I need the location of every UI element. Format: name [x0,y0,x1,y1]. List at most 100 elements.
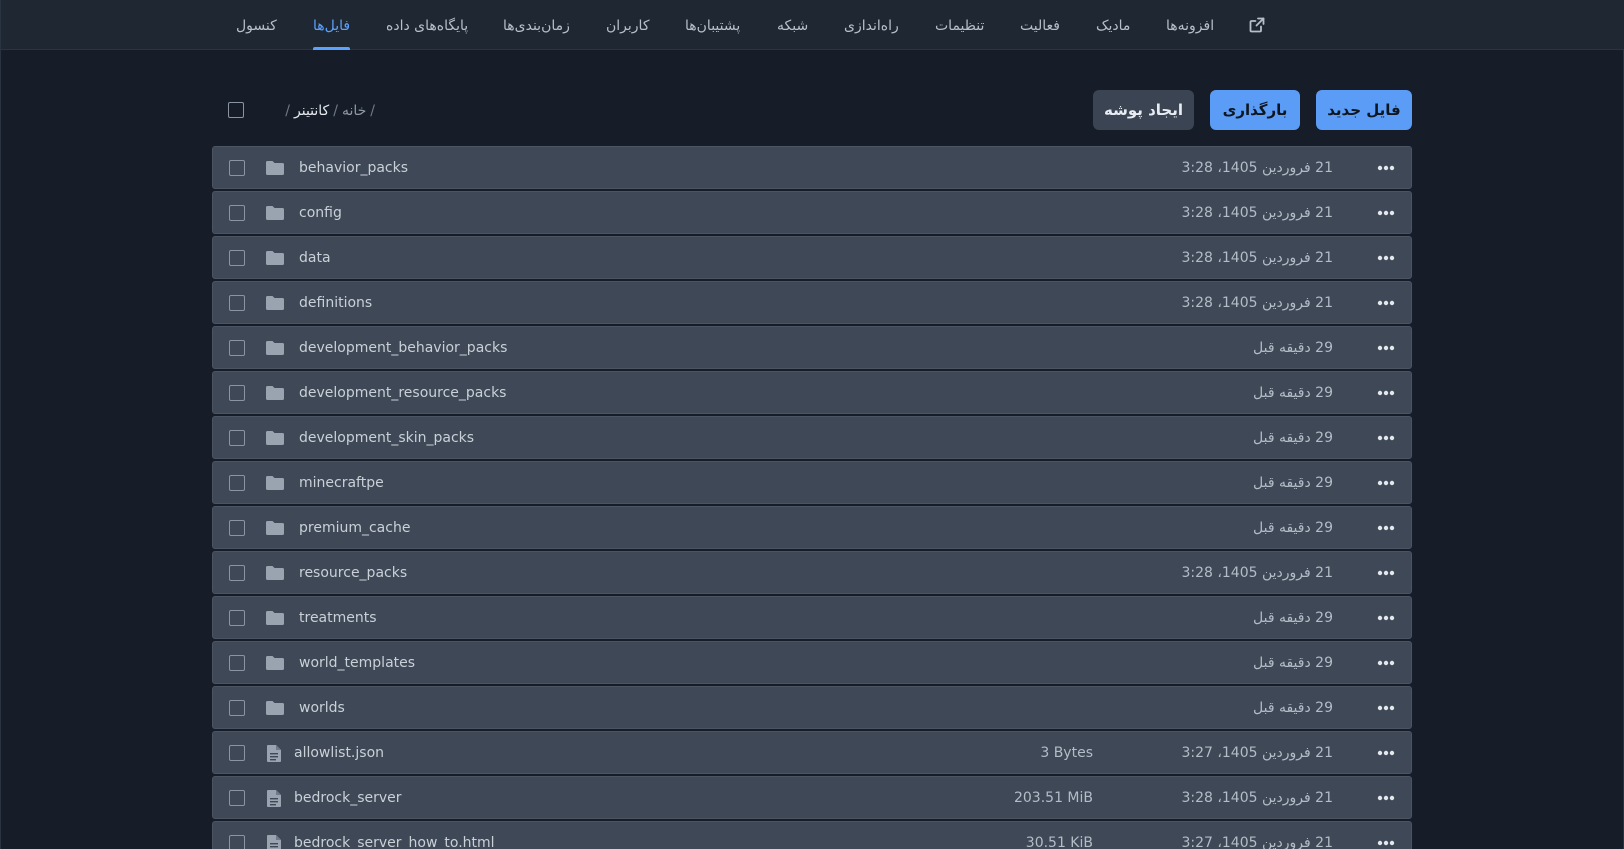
create-folder-button[interactable]: ایجاد پوشه [1093,90,1194,130]
row-select-checkbox[interactable] [229,745,245,761]
file-name[interactable]: development_behavior_packs [299,327,507,370]
more-options-icon[interactable] [1375,833,1397,849]
more-options-icon[interactable] [1375,743,1397,763]
file-row[interactable]: development_behavior_packs 29 دقیقه قبل [212,326,1412,369]
top-navigation: کنسول فایل‌ها پایگاه‌های داده زمان‌بندی‌… [1,0,1624,50]
row-select-checkbox[interactable] [229,565,245,581]
row-select-checkbox[interactable] [229,385,245,401]
file-name[interactable]: treatments [299,597,377,640]
file-name[interactable]: behavior_packs [299,147,408,190]
file-row[interactable]: config 21 فروردین 1405، 3:28 [212,191,1412,234]
more-options-icon[interactable] [1375,248,1397,268]
nav-tab-databases[interactable]: پایگاه‌های داده [386,0,468,50]
folder-icon [265,654,285,672]
file-name[interactable]: minecraftpe [299,462,384,505]
row-select-checkbox[interactable] [229,430,245,446]
file-name[interactable]: bedrock_server [294,777,402,820]
row-select-checkbox[interactable] [229,295,245,311]
more-options-icon[interactable] [1375,698,1397,718]
file-name[interactable]: bedrock_server_how_to.html [294,822,495,849]
file-name[interactable]: resource_packs [299,552,407,595]
nav-tab-files[interactable]: فایل‌ها [313,0,351,50]
more-options-icon[interactable] [1375,338,1397,358]
file-name[interactable]: premium_cache [299,507,410,550]
file-row[interactable]: minecraftpe 29 دقیقه قبل [212,461,1412,504]
file-modified-date: 21 فروردین 1405، 3:28 [1181,250,1333,266]
folder-icon [265,564,285,582]
nav-tab-console[interactable]: کنسول [236,0,277,50]
more-options-icon[interactable] [1375,518,1397,538]
file-name[interactable]: data [299,237,331,280]
file-row[interactable]: bedrock_server_how_to.html 30.51 KiB 21 فر… [212,821,1412,849]
file-row[interactable]: bedrock_server 203.51 MiB 21 فروردین 1405،… [212,776,1412,819]
new-file-button[interactable]: فایل جدید [1316,90,1412,130]
file-manager-window: کنسول فایل‌ها پایگاه‌های داده زمان‌بندی‌… [0,0,1624,849]
more-options-icon[interactable] [1375,383,1397,403]
nav-tab-activity[interactable]: فعالیت [1020,0,1060,50]
row-select-checkbox[interactable] [229,520,245,536]
file-modified-date: 21 فروردین 1405، 3:28 [1181,565,1333,581]
file-row[interactable]: behavior_packs 21 فروردین 1405، 3:28 [212,146,1412,189]
more-options-icon[interactable] [1375,608,1397,628]
file-name[interactable]: development_skin_packs [299,417,474,460]
file-row[interactable]: treatments 29 دقیقه قبل [212,596,1412,639]
breadcrumb-home[interactable]: خانه [342,103,366,119]
nav-tab-users[interactable]: کاربران [606,0,649,50]
nav-tab-modik[interactable]: مادیک [1096,0,1130,50]
folder-icon [265,339,285,357]
file-modified-date: 21 فروردین 1405، 3:27 [1181,745,1333,761]
file-modified-date: 29 دقیقه قبل [1253,475,1333,491]
file-name[interactable]: config [299,192,342,235]
file-modified-date: 29 دقیقه قبل [1253,655,1333,671]
nav-tab-network[interactable]: شبکه [777,0,808,50]
nav-tab-backups[interactable]: پشتیبان‌ها [685,0,740,50]
upload-button[interactable]: بارگذاری [1210,90,1300,130]
file-modified-date: 21 فروردین 1405، 3:28 [1181,790,1333,806]
file-row[interactable]: development_resource_packs 29 دقیقه قبل [212,371,1412,414]
file-row[interactable]: resource_packs 21 فروردین 1405، 3:28 [212,551,1412,594]
more-options-icon[interactable] [1375,473,1397,493]
row-select-checkbox[interactable] [229,250,245,266]
more-options-icon[interactable] [1375,563,1397,583]
file-row[interactable]: world_templates 29 دقیقه قبل [212,641,1412,684]
file-size: 203.51 MiB [1013,790,1093,806]
folder-icon [265,159,285,177]
file-row[interactable]: worlds 29 دقیقه قبل [212,686,1412,729]
nav-tab-schedules[interactable]: زمان‌بندی‌ها [503,0,570,50]
row-select-checkbox[interactable] [229,475,245,491]
row-select-checkbox[interactable] [229,610,245,626]
file-modified-date: 29 دقیقه قبل [1253,430,1333,446]
nav-tab-startup[interactable]: راه‌اندازی [844,0,899,50]
row-select-checkbox[interactable] [229,205,245,221]
file-name[interactable]: worlds [299,687,345,730]
external-link-icon[interactable] [1249,17,1265,33]
file-row[interactable]: premium_cache 29 دقیقه قبل [212,506,1412,549]
more-options-icon[interactable] [1375,788,1397,808]
breadcrumb: /خانه/کانتینر/ [259,100,379,122]
file-row[interactable]: development_skin_packs 29 دقیقه قبل [212,416,1412,459]
row-select-checkbox[interactable] [229,790,245,806]
nav-tab-plugins[interactable]: افزونه‌ها [1166,0,1214,50]
more-options-icon[interactable] [1375,203,1397,223]
select-all-checkbox[interactable] [228,102,244,118]
file-name[interactable]: world_templates [299,642,415,685]
more-options-icon[interactable] [1375,428,1397,448]
file-name[interactable]: allowlist.json [294,732,384,775]
file-name[interactable]: definitions [299,282,372,325]
row-select-checkbox[interactable] [229,340,245,356]
row-select-checkbox[interactable] [229,160,245,176]
file-modified-date: 29 دقیقه قبل [1253,700,1333,716]
more-options-icon[interactable] [1375,653,1397,673]
breadcrumb-separator: / [333,103,338,119]
file-row[interactable]: data 21 فروردین 1405، 3:28 [212,236,1412,279]
file-row[interactable]: allowlist.json 3 Bytes 21 فروردین 1405، 3:… [212,731,1412,774]
file-name[interactable]: development_resource_packs [299,372,506,415]
file-row[interactable]: definitions 21 فروردین 1405، 3:28 [212,281,1412,324]
row-select-checkbox[interactable] [229,835,245,849]
nav-tab-settings[interactable]: تنظیمات [935,0,984,50]
row-select-checkbox[interactable] [229,655,245,671]
file-size: 3 Bytes [1040,745,1093,761]
more-options-icon[interactable] [1375,293,1397,313]
more-options-icon[interactable] [1375,158,1397,178]
row-select-checkbox[interactable] [229,700,245,716]
